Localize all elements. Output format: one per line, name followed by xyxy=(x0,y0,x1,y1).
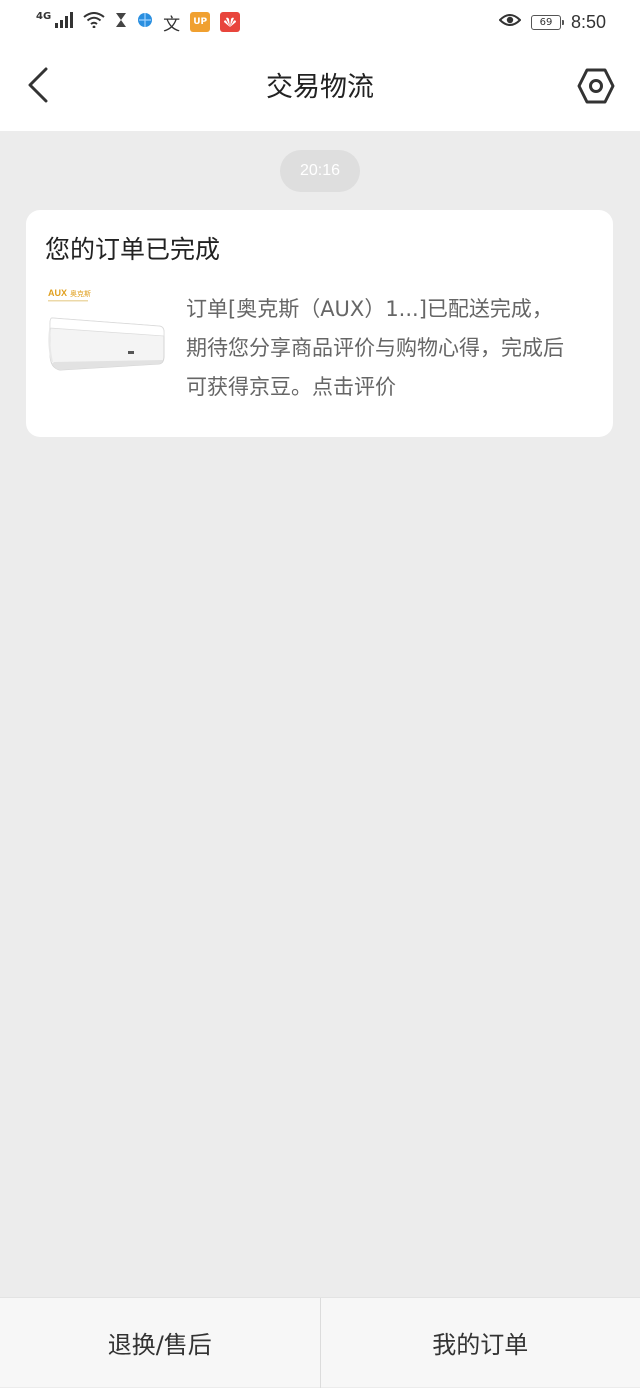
bottom-action-bar: 退换/售后 我的订单 xyxy=(0,1297,640,1387)
status-bar-left: 4G xyxy=(36,10,240,35)
card-title: 您的订单已完成 xyxy=(45,230,220,266)
unionpay-icon: UP xyxy=(190,12,210,32)
order-complete-card[interactable]: 您的订单已完成 AUX 奥克斯 订单[奥克斯（AUX）1...]已配送完成，期待… xyxy=(26,210,613,437)
signal-icon xyxy=(55,12,73,32)
message-timestamp: 20:16 xyxy=(280,150,360,192)
clock: 8:50 xyxy=(571,12,606,33)
card-description: 订单[奥克斯（AUX）1...]已配送完成，期待您分享商品评价与购物心得，完成后… xyxy=(186,290,566,407)
back-button[interactable] xyxy=(18,64,58,110)
hourglass-icon xyxy=(115,12,127,32)
product-brand-cn: 奥克斯 xyxy=(70,289,91,298)
page-title: 交易物流 xyxy=(0,44,640,131)
network-type: 4G xyxy=(36,11,51,22)
hexagon-settings-icon xyxy=(577,68,615,108)
my-orders-button[interactable]: 我的订单 xyxy=(321,1298,640,1387)
wifi-icon xyxy=(83,12,105,32)
chevron-left-icon xyxy=(27,67,49,107)
product-brand-logo: AUX xyxy=(48,288,67,298)
returns-aftersales-button[interactable]: 退换/售后 xyxy=(0,1298,320,1387)
battery-indicator: 69 xyxy=(531,15,561,30)
status-bar: 4G xyxy=(0,0,640,44)
status-bar-right: 69 8:50 xyxy=(499,12,606,33)
settings-button[interactable] xyxy=(576,68,616,108)
browser-icon xyxy=(137,12,153,32)
product-thumbnail: AUX 奥克斯 xyxy=(46,284,168,394)
nav-header: 交易物流 xyxy=(0,44,640,131)
translate-icon: 文 xyxy=(163,10,180,35)
huawei-icon xyxy=(220,12,240,32)
eye-icon xyxy=(499,12,521,32)
